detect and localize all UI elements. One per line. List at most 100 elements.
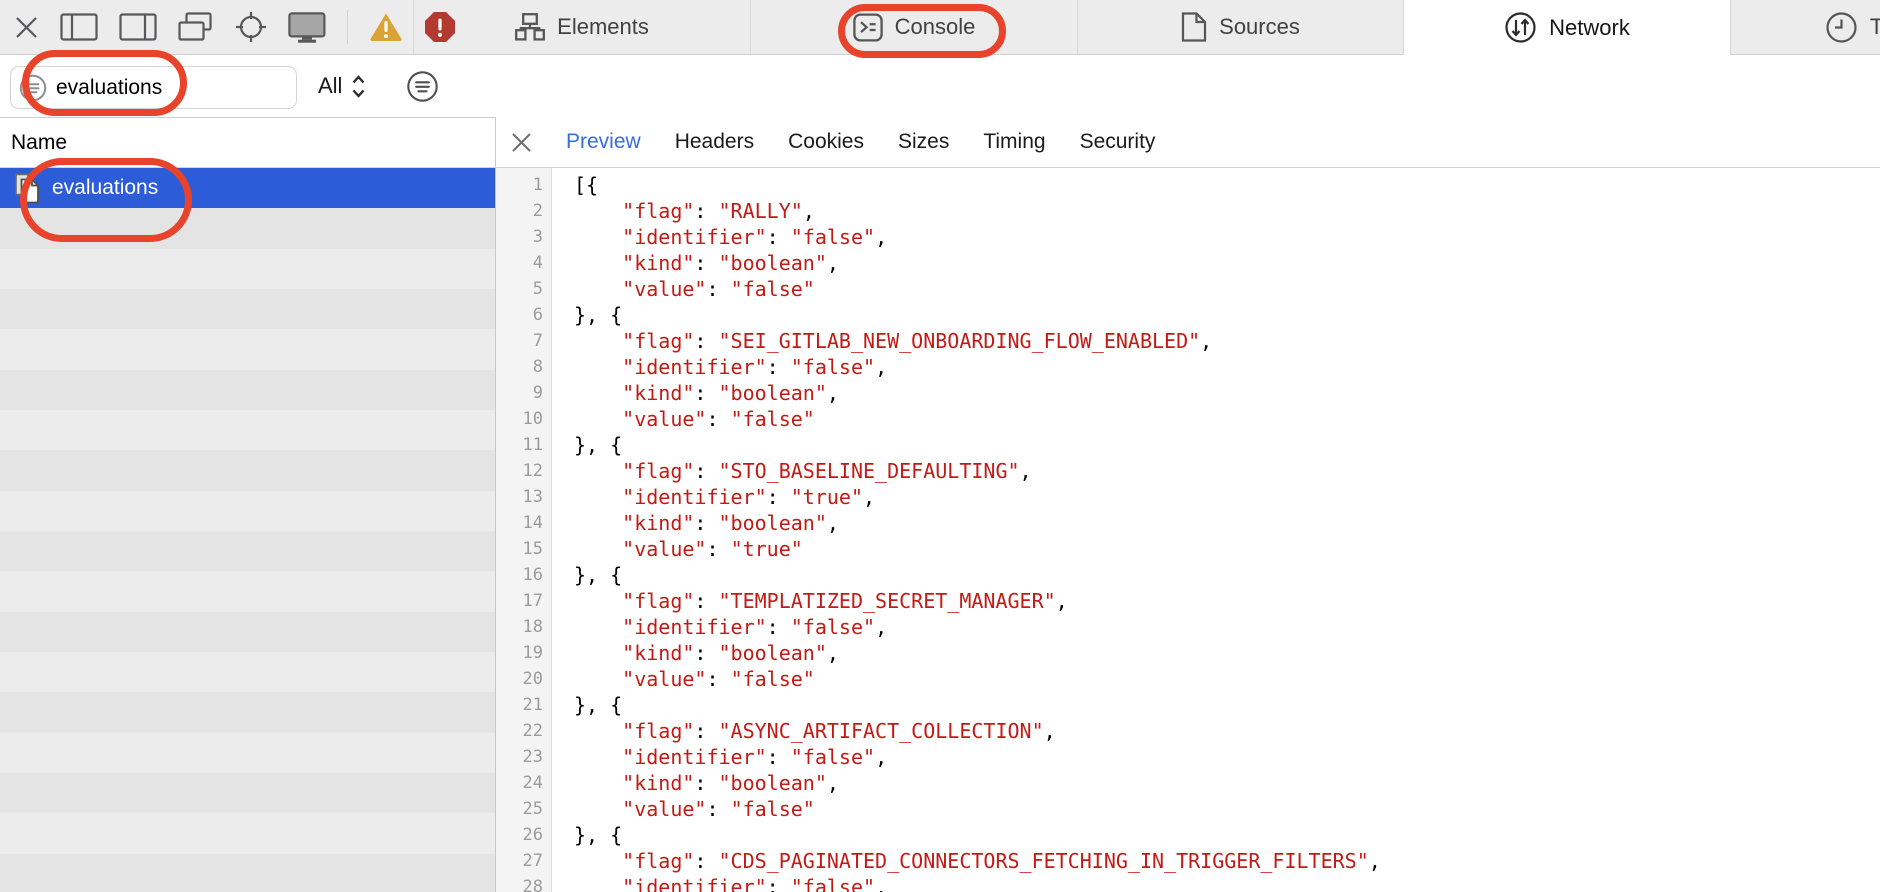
line-number: 17 — [496, 588, 543, 614]
line-number: 27 — [496, 848, 543, 874]
request-row-empty — [0, 289, 495, 329]
code-line: [{ — [574, 172, 1880, 198]
timelines-clock-icon — [1825, 11, 1858, 44]
tab-elements[interactable]: Elements — [413, 0, 750, 54]
line-number: 25 — [496, 796, 543, 822]
line-number: 8 — [496, 354, 543, 380]
line-number: 1 — [496, 172, 543, 198]
select-chevrons-icon — [350, 73, 367, 100]
code-line: "kind": "boolean", — [574, 380, 1880, 406]
tab-timelines[interactable]: Timelines — [1730, 0, 1880, 54]
request-row-empty — [0, 208, 495, 248]
sources-file-icon — [1181, 12, 1207, 42]
code-line: }, { — [574, 302, 1880, 328]
request-row-empty — [0, 733, 495, 773]
tab-sources[interactable]: Sources — [1077, 0, 1403, 54]
request-row-empty — [0, 370, 495, 410]
request-list-panel: Name evaluations — [0, 117, 496, 892]
code-line: "flag": "STO_BASELINE_DEFAULTING", — [574, 458, 1880, 484]
detail-tab-preview[interactable]: Preview — [566, 130, 641, 154]
request-row-empty — [0, 773, 495, 813]
request-row-empty — [0, 329, 495, 369]
console-icon — [853, 13, 883, 42]
close-detail-icon[interactable] — [510, 131, 533, 154]
filter-input[interactable] — [56, 76, 266, 100]
request-name: evaluations — [52, 176, 158, 200]
json-preview: 1234567891011121314151617181920212223242… — [496, 168, 1880, 892]
code-line: }, { — [574, 822, 1880, 848]
close-icon[interactable] — [14, 15, 39, 40]
toolbar-separator — [347, 10, 348, 44]
request-row-evaluations[interactable]: evaluations — [0, 168, 495, 208]
device-display-icon[interactable] — [288, 12, 326, 43]
code-line: "kind": "boolean", — [574, 770, 1880, 796]
code-line: "value": "false" — [574, 666, 1880, 692]
request-row-empty — [0, 410, 495, 450]
tab-label: Timelines — [1870, 14, 1880, 40]
line-number: 26 — [496, 822, 543, 848]
resource-scope-select[interactable]: All — [318, 55, 367, 117]
element-picker-icon[interactable] — [235, 11, 267, 43]
line-number: 16 — [496, 562, 543, 588]
line-number: 14 — [496, 510, 543, 536]
dock-right-icon[interactable] — [119, 13, 157, 41]
request-row-empty — [0, 692, 495, 732]
line-number: 18 — [496, 614, 543, 640]
detail-tab-headers[interactable]: Headers — [675, 130, 754, 154]
code-line: "kind": "boolean", — [574, 250, 1880, 276]
line-number: 22 — [496, 718, 543, 744]
code-line: "flag": "CDS_PAGINATED_CONNECTORS_FETCHI… — [574, 848, 1880, 874]
inspector-toolbar — [0, 0, 413, 54]
code-line: "value": "false" — [574, 276, 1880, 302]
tab-network[interactable]: Network — [1403, 0, 1730, 55]
line-number: 3 — [496, 224, 543, 250]
filter-options-button[interactable] — [407, 71, 438, 102]
line-number: 2 — [496, 198, 543, 224]
request-row-empty — [0, 450, 495, 490]
line-number: 11 — [496, 432, 543, 458]
name-column-label: Name — [11, 131, 67, 155]
line-number: 24 — [496, 770, 543, 796]
line-number: 6 — [496, 302, 543, 328]
line-number-gutter: 1234567891011121314151617181920212223242… — [496, 168, 552, 892]
request-list-header[interactable]: Name — [0, 118, 495, 168]
line-number: 23 — [496, 744, 543, 770]
code-line: "flag": "SEI_GITLAB_NEW_ONBOARDING_FLOW_… — [574, 328, 1880, 354]
request-row-empty — [0, 491, 495, 531]
detail-tab-timing[interactable]: Timing — [983, 130, 1045, 154]
line-number: 19 — [496, 640, 543, 666]
line-number: 13 — [496, 484, 543, 510]
request-list: evaluations — [0, 168, 495, 892]
line-number: 4 — [496, 250, 543, 276]
code-line: "flag": "TEMPLATIZED_SECRET_MANAGER", — [574, 588, 1880, 614]
line-number: 21 — [496, 692, 543, 718]
issues-warning-icon[interactable] — [369, 12, 403, 42]
tab-console[interactable]: Console — [750, 0, 1077, 54]
detail-tab-strip: Preview Headers Cookies Sizes Timing Sec… — [496, 117, 1880, 168]
detail-tab-sizes[interactable]: Sizes — [898, 130, 949, 154]
code-line: "identifier": "false", — [574, 614, 1880, 640]
request-row-empty — [0, 531, 495, 571]
detail-tab-security[interactable]: Security — [1080, 130, 1156, 154]
code-line: "kind": "boolean", — [574, 510, 1880, 536]
cascade-windows-icon[interactable] — [178, 12, 214, 42]
dock-left-icon[interactable] — [60, 13, 98, 41]
line-number: 28 — [496, 874, 543, 892]
detail-tab-cookies[interactable]: Cookies — [788, 130, 864, 154]
code-lines[interactable]: [{ "flag": "RALLY", "identifier": "false… — [552, 168, 1880, 892]
network-filter-row: All — [0, 55, 1880, 117]
code-line: "identifier": "false", — [574, 744, 1880, 770]
code-line: "flag": "ASYNC_ARTIFACT_COLLECTION", — [574, 718, 1880, 744]
code-line: "value": "false" — [574, 406, 1880, 432]
request-row-empty — [0, 249, 495, 289]
request-row-empty — [0, 612, 495, 652]
request-row-empty — [0, 571, 495, 611]
line-number: 9 — [496, 380, 543, 406]
scope-value: All — [318, 73, 342, 99]
tab-label: Console — [895, 14, 976, 40]
code-line: "identifier": "false", — [574, 354, 1880, 380]
line-number: 10 — [496, 406, 543, 432]
tab-label: Network — [1549, 15, 1630, 41]
filter-field[interactable] — [10, 66, 297, 109]
line-number: 12 — [496, 458, 543, 484]
